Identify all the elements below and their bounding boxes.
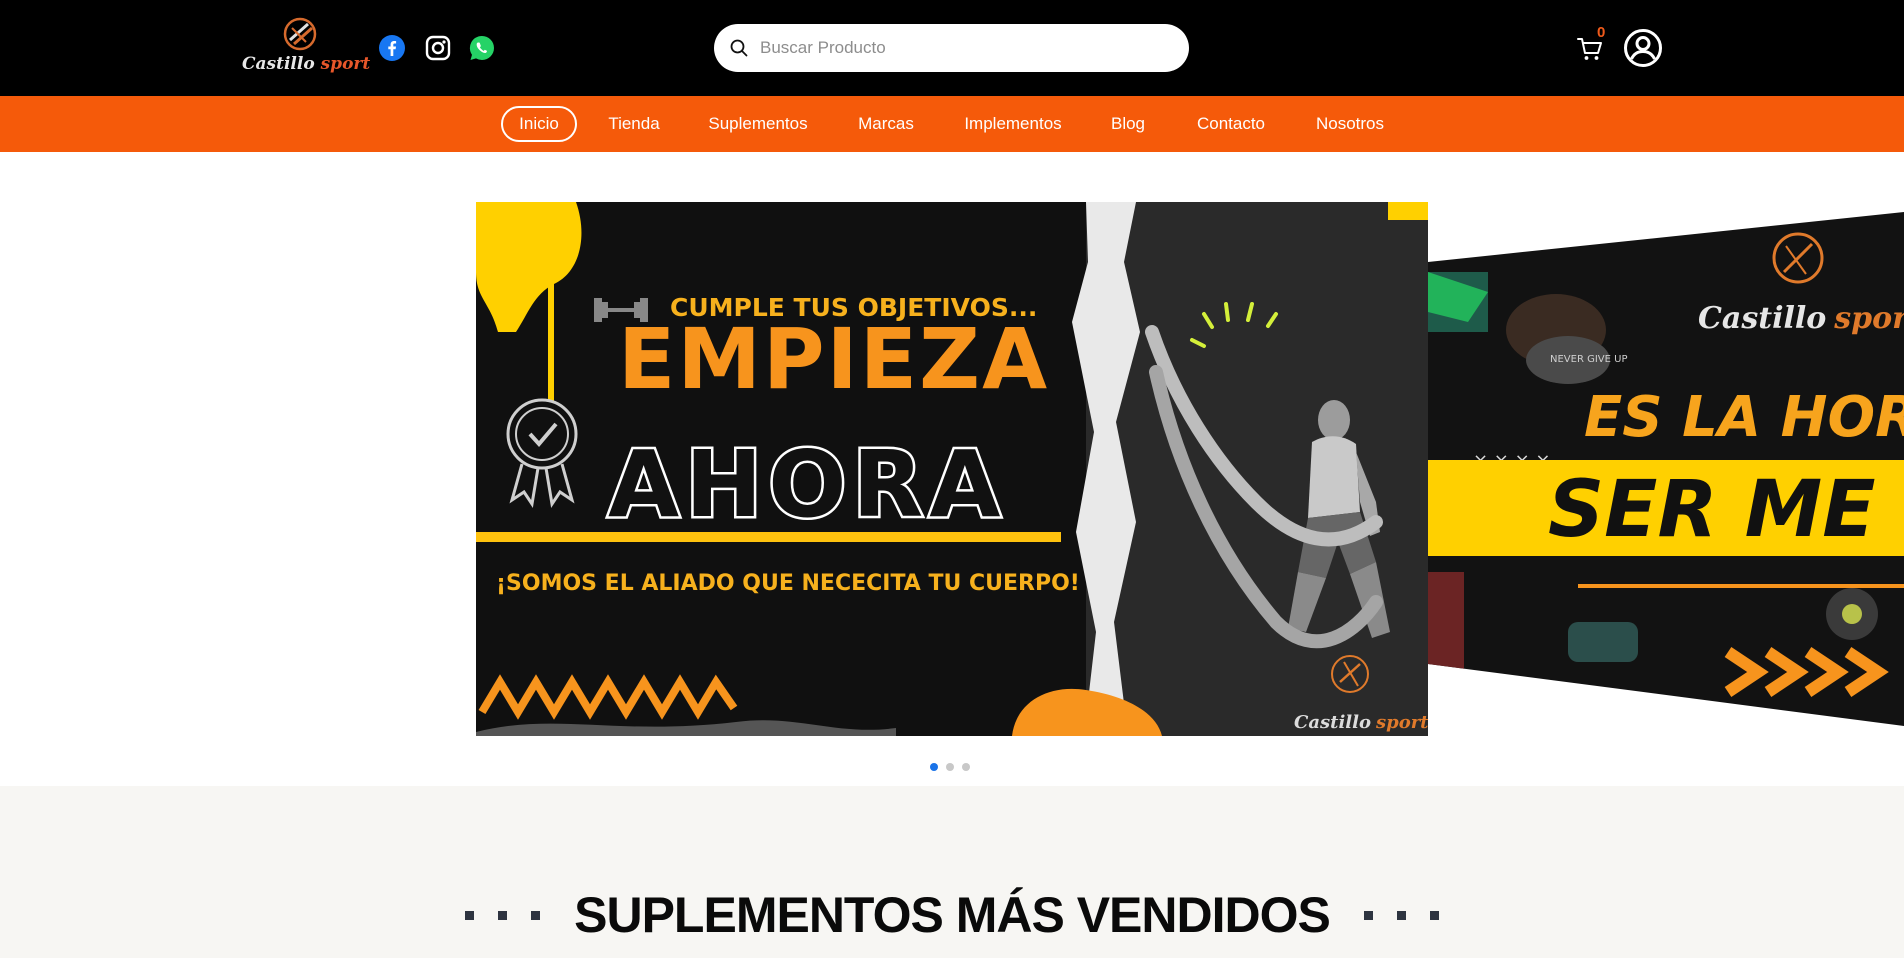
banner-slogan: ¡SOMOS EL ALIADO QUE NECECITA TU CUERPO! — [496, 571, 1080, 596]
account-button[interactable] — [1623, 28, 1663, 68]
brand-name-part2: sport — [320, 54, 371, 74]
banner-headline-ahora: AHORA — [608, 431, 1006, 538]
decor-square — [1396, 910, 1406, 920]
slider-pagination — [930, 763, 970, 771]
nav-item-nosotros[interactable]: Nosotros — [1313, 106, 1387, 142]
brand-logo[interactable]: Castillo sport — [240, 12, 370, 82]
hero-banner-empieza-ahora[interactable]: CUMPLE TUS OBJETIVOS... EMPIEZA AHORA ¡S… — [476, 202, 1428, 736]
banner-headline-empieza: EMPIEZA — [618, 310, 1049, 408]
nav-item-implementos[interactable]: Implementos — [961, 106, 1065, 142]
nav-item-tienda[interactable]: Tienda — [604, 106, 664, 142]
brand-name-part1: Castillo — [242, 54, 315, 74]
decor-square — [1429, 910, 1439, 920]
decor-square — [498, 910, 508, 920]
slider-dot-2[interactable] — [946, 763, 954, 771]
banner-artwork: CUMPLE TUS OBJETIVOS... EMPIEZA AHORA ¡S… — [476, 202, 1428, 736]
user-icon — [1624, 29, 1662, 67]
next-banner-badge: NEVER GIVE UP — [1550, 354, 1627, 365]
brand-wordmark: Castillo sport — [242, 54, 370, 74]
facebook-link[interactable] — [378, 34, 406, 62]
facebook-icon — [379, 35, 405, 61]
next-slide-preview[interactable]: NEVER GIVE UP Castillosport × × × × ES L… — [1428, 212, 1904, 726]
nav-item-inicio[interactable]: Inicio — [501, 106, 577, 142]
nav-item-contacto[interactable]: Contacto — [1193, 106, 1269, 142]
banner-logo-text: Castillo sport — [1294, 712, 1428, 733]
instagram-icon — [425, 35, 451, 61]
best-sellers-section: SUPLEMENTOS MÁS VENDIDOS — [0, 786, 1904, 958]
search-input[interactable] — [760, 38, 1160, 58]
nav-item-blog[interactable]: Blog — [1108, 106, 1148, 142]
whatsapp-icon — [469, 35, 494, 61]
brand-emblem-icon — [283, 17, 317, 51]
section-heading: SUPLEMENTOS MÁS VENDIDOS — [0, 886, 1904, 944]
next-banner-line1: ES LA HOR — [1584, 385, 1904, 450]
next-banner-artwork: NEVER GIVE UP Castillosport × × × × ES L… — [1428, 212, 1904, 726]
decor-square — [1363, 910, 1373, 920]
whatsapp-link[interactable] — [468, 34, 496, 62]
nav-item-marcas[interactable]: Marcas — [855, 106, 917, 142]
search-icon[interactable] — [728, 37, 750, 59]
nav-item-suplementos[interactable]: Suplementos — [706, 106, 810, 142]
search-bar[interactable] — [714, 24, 1189, 72]
section-title: SUPLEMENTOS MÁS VENDIDOS — [574, 887, 1331, 943]
slider-dot-1[interactable] — [930, 763, 938, 771]
main-nav: Inicio Tienda Suplementos Marcas Impleme… — [0, 96, 1904, 152]
slider-dot-3[interactable] — [962, 763, 970, 771]
top-header: Castillo sport Buscar Producto 0 — [0, 0, 1904, 96]
decor-square — [465, 910, 475, 920]
instagram-link[interactable] — [424, 34, 452, 62]
next-banner-line2: SER ME — [1548, 465, 1876, 555]
decor-square — [531, 910, 541, 920]
cart-count-badge: 0 — [1597, 24, 1606, 41]
next-banner-logo-text: Castillosport — [1698, 301, 1904, 336]
